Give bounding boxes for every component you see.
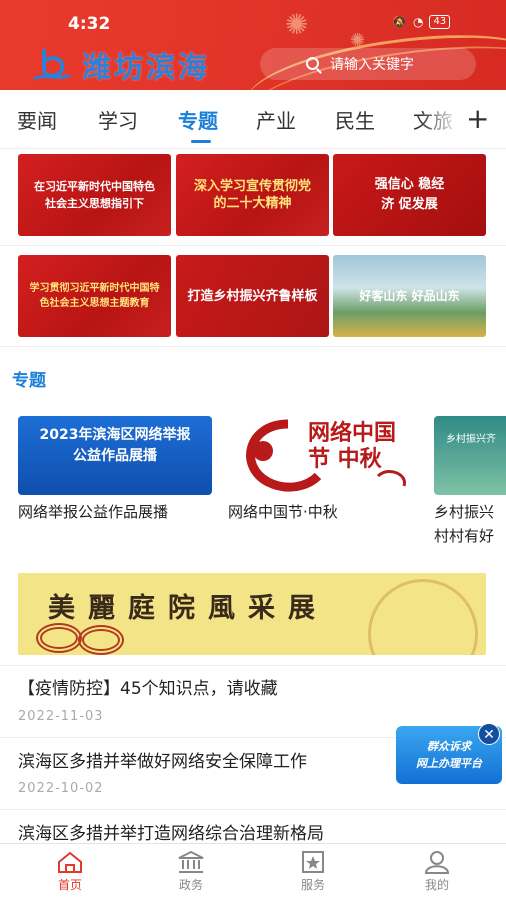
add-tab-icon[interactable]: + — [466, 102, 489, 135]
divider — [0, 148, 506, 149]
divider — [0, 346, 506, 347]
banner-text: 学习贯彻习近平新时代中国特色社会主义思想主题教育 — [29, 283, 160, 309]
active-tab-indicator — [191, 140, 211, 143]
nav-home[interactable]: 首页 — [40, 850, 100, 893]
banner-card[interactable]: 强信心 稳经济 促发展 — [333, 154, 486, 236]
card-image-text: 乡村振兴齐 — [446, 434, 496, 445]
status-icons: 🔕 ◔ 43 — [392, 15, 451, 29]
divider — [0, 809, 506, 810]
app-logo: 潍坊滨海 — [32, 44, 210, 86]
special-card-image[interactable]: 网络中国节 中秋 — [228, 416, 420, 495]
section-title: 专题 — [12, 371, 46, 391]
banner-card[interactable]: 在习近平新时代中国特色社会主义思想指引下 — [18, 154, 171, 236]
card-image-text: 2023年滨海区网络举报公益作品展播 — [39, 427, 191, 464]
bottom-nav: 首页 政务 服务 我的 — [0, 843, 506, 900]
logo-text: 潍坊滨海 — [82, 50, 211, 84]
news-title[interactable]: 滨海区多措并举做好网络安全保障工作 — [18, 747, 307, 772]
banner-card[interactable]: 好客山东 好品山东 — [333, 255, 486, 337]
battery-icon: 43 — [429, 15, 451, 29]
wifi-icon: ◔ — [412, 15, 424, 29]
special-card-caption[interactable]: 乡村振兴村村有好 — [434, 500, 506, 548]
moon-decoration — [368, 579, 478, 655]
nav-label: 我的 — [424, 878, 449, 892]
banner-card[interactable]: 深入学习宣传贯彻党的二十大精神 — [176, 154, 329, 236]
cloud-decoration — [78, 625, 124, 655]
news-date: 2022-10-02 — [18, 781, 104, 796]
nav-label: 首页 — [57, 878, 82, 892]
home-icon — [58, 851, 82, 873]
banner-text: 深入学习宣传贯彻党的二十大精神 — [194, 179, 312, 211]
nav-service[interactable]: 服务 — [283, 850, 343, 893]
banner-card[interactable]: 学习贯彻习近平新时代中国特色社会主义思想主题教育 — [18, 255, 171, 337]
special-card-caption[interactable]: 网络中国节·中秋 — [228, 500, 418, 524]
tab-xuexi[interactable]: 学习 — [98, 105, 138, 134]
nav-label: 政务 — [178, 878, 203, 892]
tab-yaowen[interactable]: 要闻 — [17, 105, 57, 134]
card-image-text: 网络中国节 中秋 — [308, 420, 397, 472]
nav-label: 服务 — [300, 878, 325, 892]
special-card-caption[interactable]: 网络举报公益作品展播 — [18, 500, 208, 524]
tab-zhuanti[interactable]: 专题 — [178, 105, 218, 134]
service-icon — [302, 851, 324, 873]
tab-minsheng[interactable]: 民生 — [335, 105, 375, 134]
banner-text: 在习近平新时代中国特色社会主义思想指引下 — [34, 180, 155, 210]
search-icon — [306, 57, 319, 70]
user-icon — [424, 851, 450, 874]
firework-decoration: ✺ — [285, 8, 309, 41]
cloud-decoration — [36, 623, 82, 653]
search-input[interactable]: 请输入关键字 — [260, 48, 476, 80]
banner-text: 强信心 稳经济 促发展 — [374, 177, 445, 212]
close-icon[interactable]: ✕ — [478, 723, 500, 745]
courtyard-banner-text: 美麗庭院風采展 — [48, 593, 328, 624]
banner-card[interactable]: 打造乡村振兴齐鲁样板 — [176, 255, 329, 337]
category-tabs: 要闻 学习 专题 产业 民生 文旅 + — [0, 90, 506, 148]
nav-mine[interactable]: 我的 — [407, 850, 467, 893]
banner-text: 好客山东 好品山东 — [359, 288, 460, 303]
news-date: 2022-11-03 — [18, 709, 104, 724]
divider — [0, 665, 506, 666]
special-card-image[interactable]: 2023年滨海区网络举报公益作品展播 — [18, 416, 212, 495]
tab-chanye[interactable]: 产业 — [256, 105, 296, 134]
logo-icon — [33, 49, 71, 81]
news-title[interactable]: 【疫情防控】45个知识点，请收藏 — [18, 674, 278, 699]
tab-fade — [420, 90, 460, 148]
float-line2: 网上办理平台 — [416, 757, 482, 770]
special-card-image[interactable]: 乡村振兴齐 — [434, 416, 506, 495]
search-placeholder: 请输入关键字 — [330, 57, 414, 73]
nav-government[interactable]: 政务 — [161, 850, 221, 893]
divider — [0, 245, 506, 246]
government-icon — [178, 850, 204, 873]
banner-text: 打造乡村振兴齐鲁样板 — [187, 288, 318, 304]
news-title[interactable]: 滨海区多措并举打造网络综合治理新格局 — [18, 819, 324, 844]
mute-icon: 🔕 — [392, 15, 407, 29]
status-time: 4:32 — [68, 14, 111, 34]
courtyard-banner[interactable]: 美麗庭院風采展 — [18, 573, 486, 655]
app-header: ✺ ✺ 4:32 🔕 ◔ 43 潍坊滨海 请输入关键字 — [0, 0, 506, 90]
